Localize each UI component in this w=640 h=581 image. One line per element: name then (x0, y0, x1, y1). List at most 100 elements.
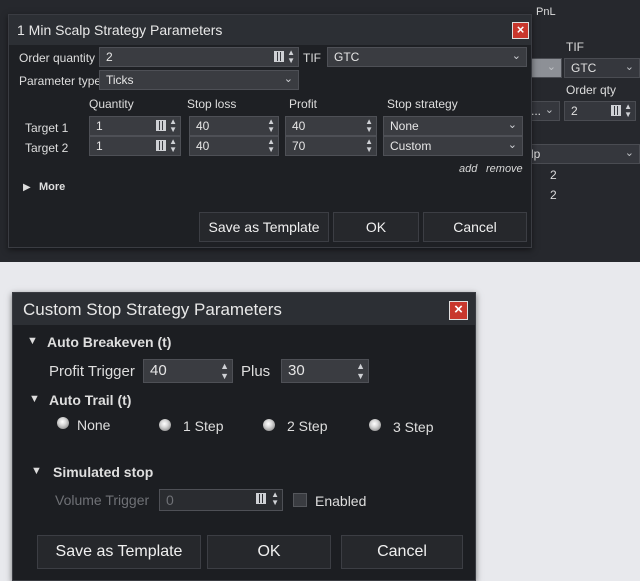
spinner-icon[interactable]: ▲ ▼ (365, 118, 373, 134)
chevron-down-icon: ⌄ (546, 61, 556, 73)
simulated-stop-label[interactable]: Simulated stop (53, 464, 153, 480)
target-2-stop-loss-value: 40 (196, 139, 210, 153)
bg-row-value-2: 2 (550, 188, 557, 202)
column-stop-loss: Stop loss (187, 97, 237, 111)
spinner-icon[interactable]: ▲ ▼ (624, 103, 632, 119)
chevron-down-icon: ⌄ (544, 104, 554, 116)
plus-field[interactable]: 30 ▲ ▼ (281, 359, 369, 383)
order-quantity-field[interactable]: 2 ▲ ▼ (99, 47, 299, 67)
cancel-button[interactable]: Cancel (341, 535, 463, 569)
target-2-stop-strategy[interactable]: Custom ⌄ (383, 136, 523, 156)
parameter-type-select[interactable]: Ticks ⌄ (99, 70, 299, 90)
bg-order-qty-field[interactable]: 2 ▲ ▼ (564, 101, 636, 121)
chevron-down-icon: ⌄ (624, 147, 634, 159)
spinner-icon[interactable]: ▲ ▼ (169, 138, 177, 154)
calculator-icon[interactable] (274, 51, 284, 62)
radio-none-label[interactable]: None (77, 417, 110, 433)
dialog-title: 1 Min Scalp Strategy Parameters (17, 22, 223, 38)
spinner-icon[interactable]: ▲ ▼ (267, 118, 275, 134)
chevron-down-icon: ⌄ (507, 139, 517, 151)
close-button[interactable]: × (512, 22, 529, 39)
auto-trail-label[interactable]: Auto Trail (t) (49, 392, 131, 408)
target-1-stop-strategy-value: None (390, 119, 419, 133)
spinner-icon[interactable]: ▲ ▼ (365, 138, 373, 154)
spinner-icon[interactable]: ▲ ▼ (220, 361, 229, 381)
calculator-icon[interactable] (156, 120, 166, 131)
plus-value: 30 (288, 362, 305, 379)
chevron-down-icon: ⌄ (283, 73, 293, 85)
cancel-button[interactable]: Cancel (423, 212, 527, 242)
target-1-quantity-value: 1 (96, 119, 103, 133)
volume-trigger-label: Volume Trigger (55, 492, 150, 508)
tif-label: TIF (303, 51, 321, 65)
save-as-template-button[interactable]: Save as Template (37, 535, 201, 569)
add-target-link[interactable]: add (459, 163, 477, 175)
target-2-stop-strategy-value: Custom (390, 139, 432, 153)
target-2-label: Target 2 (25, 141, 69, 155)
target-1-stop-loss[interactable]: 40 ▲ ▼ (189, 116, 279, 136)
auto-breakeven-label[interactable]: Auto Breakeven (t) (47, 334, 171, 350)
parameter-type-label: Parameter type (19, 74, 102, 88)
order-quantity-value: 2 (106, 50, 113, 64)
target-2-quantity-value: 1 (96, 139, 103, 153)
expand-triangle-icon[interactable]: ▶ (23, 182, 31, 193)
target-2-quantity[interactable]: 1 ▲ ▼ (89, 136, 181, 156)
bg-tif-combo[interactable]: GTC ⌄ (564, 58, 640, 78)
volume-trigger-value: 0 (166, 492, 174, 508)
tif-select[interactable]: GTC ⌄ (327, 47, 527, 67)
spinner-icon[interactable]: ▲ ▼ (267, 138, 275, 154)
chevron-down-icon: ⌄ (507, 119, 517, 131)
target-1-profit[interactable]: 40 ▲ ▼ (285, 116, 377, 136)
profit-trigger-label: Profit Trigger (49, 363, 135, 380)
ok-button[interactable]: OK (333, 212, 419, 242)
close-button[interactable]: × (449, 301, 468, 320)
scalp-strategy-dialog: 1 Min Scalp Strategy Parameters × Order … (8, 14, 532, 248)
spinner-icon[interactable]: ▲ ▼ (356, 361, 365, 381)
calculator-icon[interactable] (256, 493, 266, 504)
spinner-icon[interactable]: ▲ ▼ (169, 118, 177, 134)
dialog-titlebar[interactable]: 1 Min Scalp Strategy Parameters × (9, 15, 531, 45)
bg-tif-value: GTC (571, 61, 597, 75)
radio-1-step-label[interactable]: 1 Step (183, 418, 223, 434)
profit-trigger-value: 40 (150, 362, 167, 379)
spinner-icon[interactable]: ▲ ▼ (287, 49, 295, 65)
remove-target-link[interactable]: remove (486, 163, 523, 175)
bg-row-combo[interactable]: lp ⌄ (524, 144, 640, 164)
more-toggle[interactable]: More (39, 181, 65, 193)
radio-3-step[interactable] (369, 419, 381, 431)
save-as-template-button[interactable]: Save as Template (199, 212, 329, 242)
target-1-label: Target 1 (25, 121, 69, 135)
target-2-profit[interactable]: 70 ▲ ▼ (285, 136, 377, 156)
target-1-profit-value: 40 (292, 119, 306, 133)
calculator-icon[interactable] (156, 140, 166, 151)
profit-trigger-field[interactable]: 40 ▲ ▼ (143, 359, 233, 383)
dialog-titlebar[interactable]: Custom Stop Strategy Parameters × (13, 293, 475, 325)
radio-none[interactable] (57, 417, 69, 429)
target-1-quantity[interactable]: 1 ▲ ▼ (89, 116, 181, 136)
bg-order-qty-value: 2 (571, 104, 578, 118)
column-profit: Profit (289, 97, 318, 111)
volume-trigger-field[interactable]: 0 ▲ ▼ (159, 489, 283, 511)
radio-2-step[interactable] (263, 419, 275, 431)
target-2-profit-value: 70 (292, 139, 306, 153)
radio-3-step-label[interactable]: 3 Step (393, 419, 433, 435)
enabled-checkbox[interactable] (293, 493, 307, 507)
collapse-triangle-icon[interactable]: ▼ (29, 393, 40, 405)
ok-button[interactable]: OK (207, 535, 331, 569)
column-stop-strategy: Stop strategy (387, 97, 458, 111)
bg-tif-label: TIF (566, 40, 584, 54)
target-1-stop-strategy[interactable]: None ⌄ (383, 116, 523, 136)
enabled-label[interactable]: Enabled (315, 493, 366, 509)
pnl-header: PnL (536, 6, 556, 18)
radio-1-step[interactable] (159, 419, 171, 431)
bg-left-combo[interactable]: ⌄ (528, 58, 562, 78)
calculator-icon[interactable] (611, 105, 621, 116)
parameter-type-value: Ticks (106, 73, 134, 87)
collapse-triangle-icon[interactable]: ▼ (31, 465, 42, 477)
bg-order-qty-label: Order qty (566, 83, 617, 97)
radio-2-step-label[interactable]: 2 Step (287, 418, 327, 434)
spinner-icon[interactable]: ▲ ▼ (271, 491, 279, 507)
target-2-stop-loss[interactable]: 40 ▲ ▼ (189, 136, 279, 156)
collapse-triangle-icon[interactable]: ▼ (27, 335, 38, 347)
column-quantity: Quantity (89, 97, 134, 111)
